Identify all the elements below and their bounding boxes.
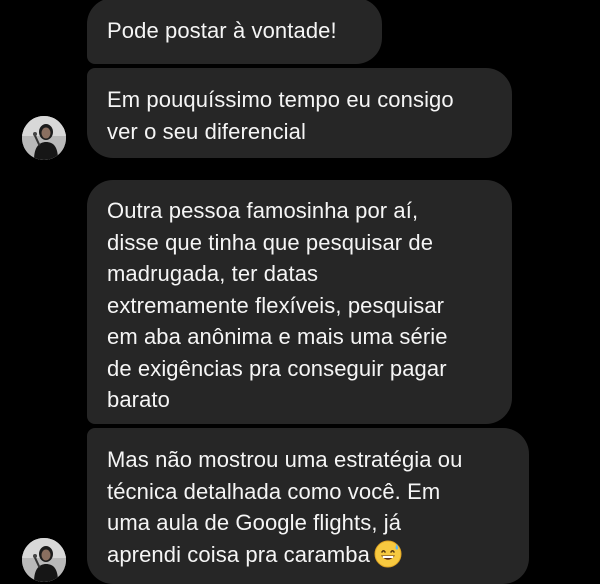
message-text: Pode postar à vontade!: [107, 18, 337, 43]
message-bubble[interactable]: Pode postar à vontade!: [87, 0, 382, 64]
avatar-photo-icon: [22, 538, 66, 582]
message-text: Outra pessoa famosinha por aí, disse que…: [107, 198, 448, 412]
message-bubble[interactable]: Em pouquíssimo tempo eu consigo ver o se…: [87, 68, 512, 158]
message-text: Em pouquíssimo tempo eu consigo ver o se…: [107, 87, 454, 144]
avatar[interactable]: [22, 116, 66, 160]
message-bubble[interactable]: Outra pessoa famosinha por aí, disse que…: [87, 180, 512, 424]
avatar-photo-icon: [22, 116, 66, 160]
message-bubble[interactable]: Mas não mostrou uma estratégia ou técnic…: [87, 428, 529, 584]
avatar[interactable]: [22, 538, 66, 582]
grinning-sweat-emoji-icon: [374, 540, 402, 567]
message-text: Mas não mostrou uma estratégia ou técnic…: [107, 447, 463, 567]
message-thread: Pode postar à vontade! Em pouquíssimo te…: [0, 0, 600, 584]
